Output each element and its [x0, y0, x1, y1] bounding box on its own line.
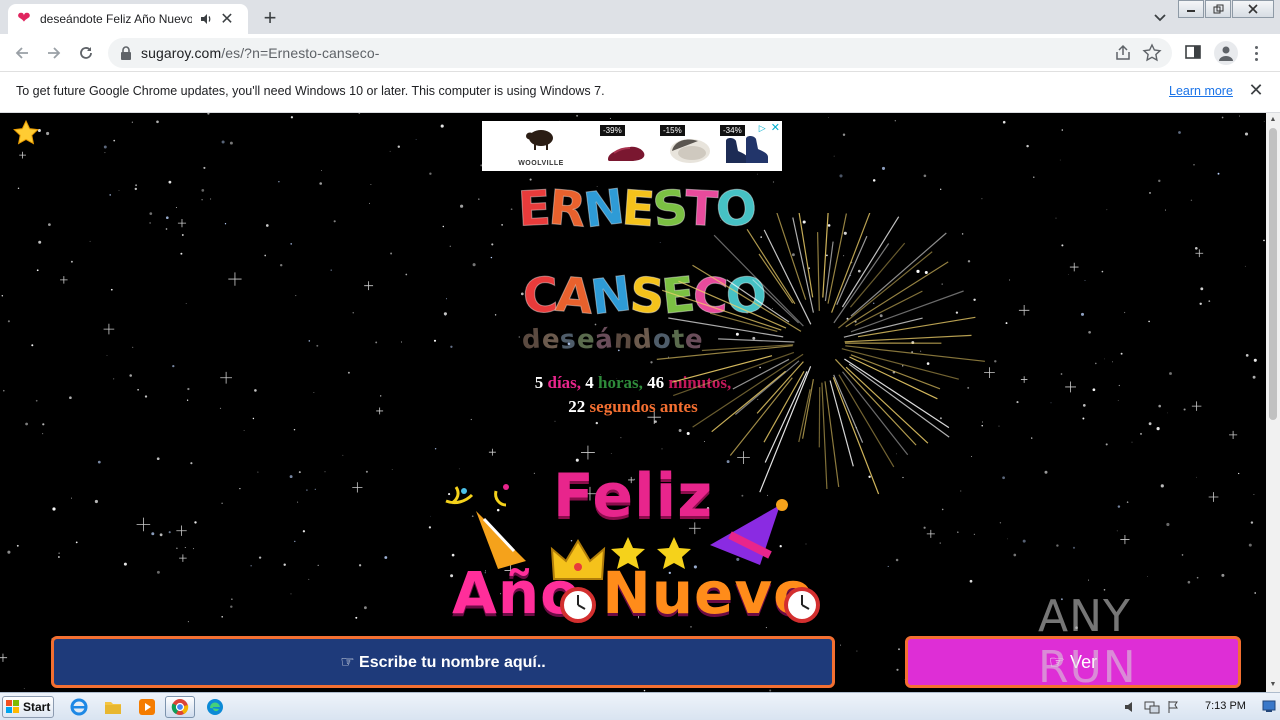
- hours-word: horas,: [598, 373, 643, 392]
- star-emoji-icon[interactable]: [12, 119, 40, 147]
- tab-title: deseándote Feliz Año Nuevo 20: [40, 12, 192, 26]
- window-close-icon[interactable]: [1232, 0, 1274, 18]
- internet-explorer-icon[interactable]: [64, 696, 94, 718]
- address-bar[interactable]: sugaroy.com/es/?n=Ernesto-canseco-: [108, 38, 1172, 68]
- ad-product[interactable]: -15%: [660, 123, 718, 169]
- tab-strip: ❤ deseándote Feliz Año Nuevo 20 ✕ +: [0, 0, 1280, 34]
- name-letter: E: [516, 180, 551, 239]
- chevron-down-icon[interactable]: [1150, 8, 1170, 28]
- wish-letter: á: [593, 324, 616, 356]
- reload-icon[interactable]: [72, 39, 100, 67]
- show-desktop-icon[interactable]: [1262, 699, 1276, 713]
- update-infobar: To get future Google Chrome updates, you…: [0, 72, 1280, 113]
- bookmark-star-icon[interactable]: [1142, 43, 1162, 63]
- page-content: WOOLVILLE -39% -15% -34% ▷ ✕ ERNESTO CAN…: [0, 113, 1266, 692]
- browser-tab[interactable]: ❤ deseándote Feliz Año Nuevo 20 ✕: [8, 4, 248, 34]
- alarm-clock-icon: [784, 587, 820, 623]
- anyrun-watermark: ANY RUN: [1038, 591, 1238, 692]
- scrollbar-thumb[interactable]: [1269, 128, 1277, 420]
- file-explorer-icon[interactable]: [98, 696, 128, 718]
- speaker-icon[interactable]: [198, 11, 214, 27]
- scroll-down-arrow-icon[interactable]: ▼: [1269, 681, 1277, 689]
- browser-toolbar: sugaroy.com/es/?n=Ernesto-canseco-: [0, 34, 1280, 72]
- name-letter: N: [588, 265, 634, 327]
- minimize-icon[interactable]: [1178, 0, 1204, 18]
- scroll-up-arrow-icon[interactable]: ▲: [1269, 116, 1277, 124]
- countdown-line-1: 5 días, 4 horas, 46 minutos,: [0, 373, 1266, 393]
- vertical-scrollbar[interactable]: ▲ ▼: [1266, 113, 1280, 692]
- url-path: /es/?n=Ernesto-canseco-: [221, 45, 380, 61]
- ad-product[interactable]: -39%: [600, 123, 658, 169]
- action-center-flag-icon[interactable]: [1166, 700, 1180, 714]
- name-letter: R: [546, 179, 587, 239]
- volume-icon[interactable]: [1124, 700, 1138, 714]
- ad-banner[interactable]: WOOLVILLE -39% -15% -34% ▷ ✕: [482, 121, 782, 171]
- alarm-clock-icon: [560, 587, 596, 623]
- start-button[interactable]: Start: [2, 696, 54, 718]
- adchoices-icon[interactable]: ▷: [759, 123, 769, 133]
- system-tray: [1124, 698, 1180, 716]
- profile-avatar-icon[interactable]: [1214, 41, 1238, 65]
- window-controls: [1177, 0, 1274, 20]
- seconds-number: 22: [568, 397, 586, 416]
- countdown-line-2: 22 segundos antes: [0, 397, 1266, 417]
- discount-badge: -34%: [720, 125, 745, 136]
- feliz-text: Feliz: [552, 461, 714, 531]
- name-letter: C: [521, 267, 558, 326]
- wish-letter: d: [521, 324, 543, 356]
- lock-icon: [120, 46, 134, 60]
- ad-brand: WOOLVILLE: [496, 127, 586, 167]
- url-host: sugaroy.com: [141, 45, 222, 61]
- ad-choices[interactable]: ▷ ✕: [752, 122, 780, 134]
- watermark-text: ANY RUN: [1038, 591, 1137, 692]
- ad-brand-name: WOOLVILLE: [518, 160, 564, 167]
- kebab-menu-icon[interactable]: [1250, 43, 1262, 63]
- write-name-button[interactable]: ☞ Escribe tu nombre aquí..: [51, 636, 835, 688]
- hours-number: 4: [585, 373, 594, 392]
- windows-logo-icon: [6, 700, 19, 713]
- chrome-icon[interactable]: [165, 696, 195, 718]
- media-player-icon[interactable]: [132, 696, 162, 718]
- new-tab-button[interactable]: +: [258, 5, 282, 30]
- side-panel-icon[interactable]: [1184, 43, 1204, 63]
- infobar-message: To get future Google Chrome updates, you…: [16, 84, 605, 98]
- edge-icon[interactable]: [200, 696, 230, 718]
- windows-taskbar: Start 7:13 PM: [0, 692, 1280, 720]
- restore-icon[interactable]: [1205, 0, 1231, 18]
- network-icon[interactable]: [1144, 700, 1160, 714]
- infobar-close-icon[interactable]: ✕: [1247, 80, 1265, 100]
- start-label: Start: [23, 700, 51, 714]
- learn-more-link[interactable]: Learn more: [1169, 84, 1233, 98]
- taskbar-clock[interactable]: 7:13 PM: [1205, 700, 1246, 712]
- days-word: días,: [547, 373, 582, 392]
- forward-arrow-icon[interactable]: [40, 39, 68, 67]
- discount-badge: -15%: [660, 125, 685, 136]
- back-arrow-icon[interactable]: [8, 39, 36, 67]
- discount-badge: -39%: [600, 125, 625, 136]
- tab-close-icon[interactable]: ✕: [218, 10, 236, 28]
- share-icon[interactable]: [1114, 44, 1132, 62]
- ad-close-icon[interactable]: ✕: [771, 123, 780, 134]
- name-letter: N: [580, 178, 626, 240]
- url-text: sugaroy.com/es/?n=Ernesto-canseco-: [141, 45, 380, 61]
- heart-icon: ❤: [17, 10, 31, 27]
- days-number: 5: [534, 373, 544, 392]
- sheep-logo-icon: [526, 130, 553, 150]
